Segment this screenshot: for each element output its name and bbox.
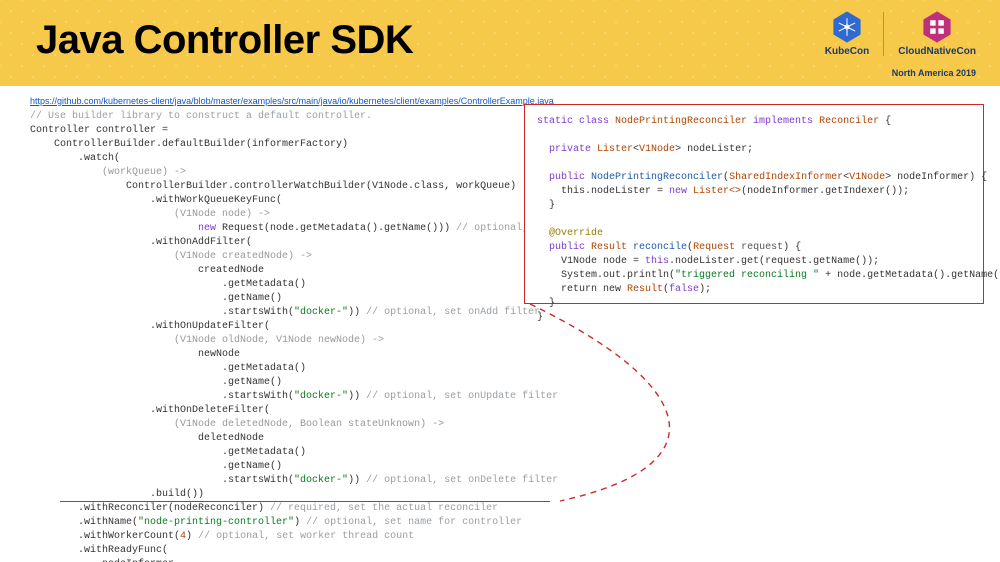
slide: Java Controller SDK KubeCon <box>0 0 1000 562</box>
cloudnativecon-icon <box>920 10 954 44</box>
reconciler-impl-code: static class NodePrintingReconciler impl… <box>524 104 984 304</box>
cloudnativecon-logo: CloudNativeCon <box>898 10 976 57</box>
kubecon-label: KubeCon <box>825 46 869 57</box>
event-logos: KubeCon CloudNativeCon <box>825 10 976 57</box>
kubecon-logo: KubeCon <box>825 10 869 57</box>
slide-body: https://github.com/kubernetes-client/jav… <box>0 86 1000 562</box>
logo-divider <box>883 12 884 56</box>
kubecon-icon <box>830 10 864 44</box>
with-reconciler-line: .withReconciler(nodeReconciler) <box>30 503 264 514</box>
cloudnativecon-label: CloudNativeCon <box>898 46 976 57</box>
source-link[interactable]: https://github.com/kubernetes-client/jav… <box>30 96 554 106</box>
reconciler-underline <box>60 501 550 502</box>
event-subtitle: North America 2019 <box>892 68 976 78</box>
slide-title: Java Controller SDK <box>36 18 413 63</box>
slide-header: Java Controller SDK KubeCon <box>0 0 1000 86</box>
